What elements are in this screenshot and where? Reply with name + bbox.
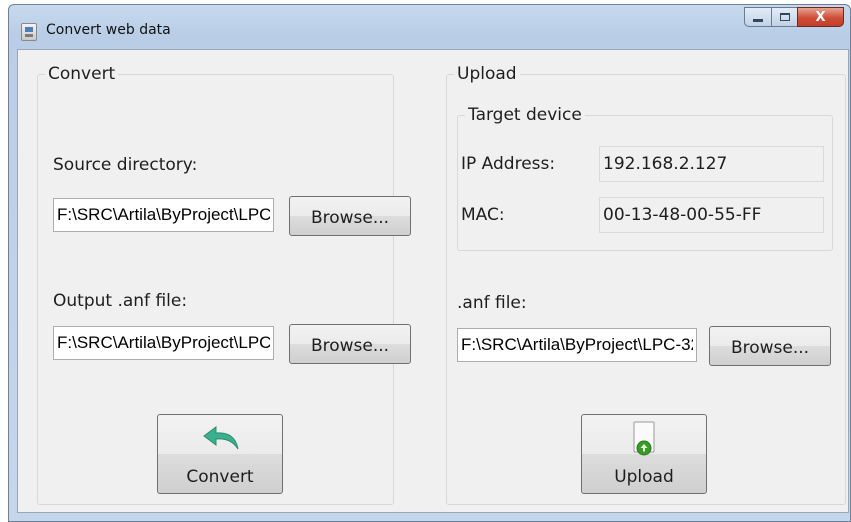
upload-group: Upload Target device IP Address: 192.168… [446, 64, 846, 505]
upload-group-label: Upload [454, 64, 520, 84]
minimize-icon [753, 18, 763, 22]
maximize-icon [779, 13, 790, 21]
document-upload-icon [633, 421, 655, 456]
undo-arrow-icon [203, 426, 239, 450]
maximize-button[interactable] [771, 7, 797, 27]
close-button[interactable]: X [797, 7, 844, 27]
minimize-button[interactable] [744, 7, 771, 27]
main-window: Convert web data X Convert Source direct… [8, 4, 851, 522]
output-anf-input[interactable] [53, 326, 274, 360]
target-device-label: Target device [465, 105, 585, 125]
client-area: Convert Source directory: Browse... Outp… [17, 49, 849, 513]
output-browse-button[interactable]: Browse... [289, 324, 411, 364]
convert-group: Convert Source directory: Browse... Outp… [37, 64, 411, 505]
source-browse-button[interactable]: Browse... [289, 196, 411, 236]
convert-group-label: Convert [45, 64, 119, 84]
anf-browse-button[interactable]: Browse... [709, 326, 831, 366]
ip-address-label: IP Address: [461, 154, 556, 174]
source-directory-input[interactable] [53, 198, 274, 232]
convert-button-label: Convert [186, 467, 254, 487]
output-anf-label: Output .anf file: [53, 291, 188, 311]
convert-button[interactable]: Convert [157, 414, 283, 494]
anf-file-input[interactable] [457, 328, 697, 362]
mac-value: 00-13-48-00-55-FF [599, 197, 824, 233]
mac-label: MAC: [461, 205, 505, 225]
window-controls: X [744, 7, 844, 27]
title-bar[interactable]: Convert web data X [9, 5, 850, 49]
target-device-group: Target device IP Address: 192.168.2.127 … [457, 105, 833, 251]
close-icon: X [815, 9, 826, 25]
window-title: Convert web data [46, 22, 171, 38]
ip-address-value: 192.168.2.127 [599, 146, 824, 182]
upload-button-label: Upload [614, 467, 674, 487]
upload-button[interactable]: Upload [581, 414, 707, 494]
app-icon[interactable] [21, 23, 37, 41]
source-directory-label: Source directory: [53, 155, 198, 175]
anf-file-label: .anf file: [457, 293, 527, 313]
